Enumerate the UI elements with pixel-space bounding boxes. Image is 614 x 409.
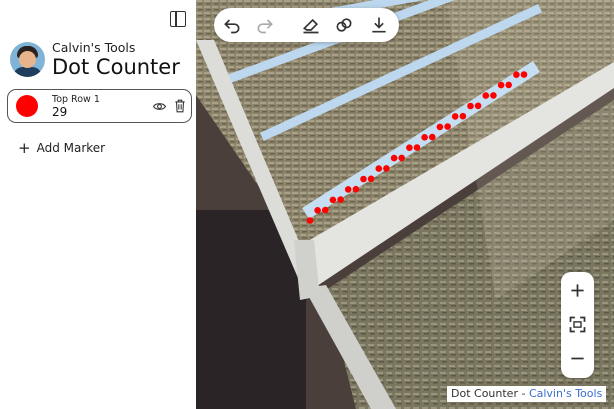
- app-title: Dot Counter: [52, 55, 180, 79]
- add-marker-label: Add Marker: [36, 141, 106, 155]
- trash-icon[interactable]: [174, 99, 186, 113]
- lasso-icon[interactable]: [334, 15, 354, 35]
- marker-dot: [360, 175, 367, 183]
- marker-dot: [352, 185, 360, 193]
- marker-dot: [344, 186, 352, 193]
- image-canvas[interactable]: [196, 0, 614, 409]
- marker-dot: [322, 206, 329, 214]
- marker-item[interactable]: Top Row 1 29: [7, 89, 192, 123]
- marker-dot: [413, 144, 421, 151]
- marker-dot: [459, 112, 467, 120]
- eye-icon[interactable]: [153, 100, 166, 113]
- sidebar-toggle-icon[interactable]: [170, 11, 186, 27]
- eraser-icon[interactable]: [301, 15, 321, 35]
- marker-dot: [451, 113, 459, 120]
- footer-text: Dot Counter -: [451, 387, 529, 400]
- marker-dot: [314, 207, 321, 214]
- marker-dot: [505, 81, 512, 89]
- app-subtitle: Calvin's Tools: [52, 40, 136, 55]
- marker-dot: [436, 123, 444, 131]
- marker-color-swatch[interactable]: [16, 95, 38, 117]
- marker-name[interactable]: Top Row 1: [52, 94, 100, 105]
- avatar: [10, 42, 45, 77]
- marker-dot: [367, 175, 375, 183]
- add-marker-button[interactable]: + Add Marker: [18, 139, 106, 157]
- redo-icon[interactable]: [255, 15, 275, 35]
- marker-dot: [497, 81, 505, 89]
- marker-dot: [444, 123, 451, 130]
- toolbar: [214, 8, 399, 42]
- marker-dot: [513, 71, 520, 78]
- plus-icon[interactable]: [567, 280, 588, 301]
- marker-dots: [306, 71, 528, 224]
- marker-dot: [429, 133, 436, 141]
- footer-link[interactable]: Calvin's Tools: [529, 387, 602, 400]
- marker-dot: [375, 165, 383, 172]
- marker-dot: [306, 217, 314, 224]
- marker-dot: [482, 92, 490, 99]
- marker-dot: [490, 92, 497, 99]
- marker-dot: [474, 102, 482, 110]
- marker-dot: [390, 154, 398, 162]
- fit-screen-icon[interactable]: [567, 314, 588, 335]
- marker-dot: [467, 102, 474, 110]
- zoom-controls: [561, 272, 594, 378]
- marker-dot: [337, 196, 344, 203]
- app-header: Calvin's Tools Dot Counter: [10, 41, 180, 78]
- marker-dot: [329, 196, 337, 204]
- minus-icon[interactable]: [567, 348, 588, 369]
- marker-dot: [398, 154, 405, 162]
- marker-dot: [421, 134, 428, 141]
- undo-icon[interactable]: [222, 15, 242, 35]
- download-icon[interactable]: [369, 15, 389, 35]
- footer-attribution: Dot Counter - Calvin's Tools: [447, 386, 607, 402]
- marker-dot: [520, 71, 528, 78]
- marker-dot: [406, 144, 413, 151]
- marker-count: 29: [52, 105, 68, 119]
- plus-icon: +: [18, 139, 31, 157]
- sidebar: Calvin's Tools Dot Counter Top Row 1 29 …: [0, 0, 196, 409]
- marker-dot: [383, 165, 390, 172]
